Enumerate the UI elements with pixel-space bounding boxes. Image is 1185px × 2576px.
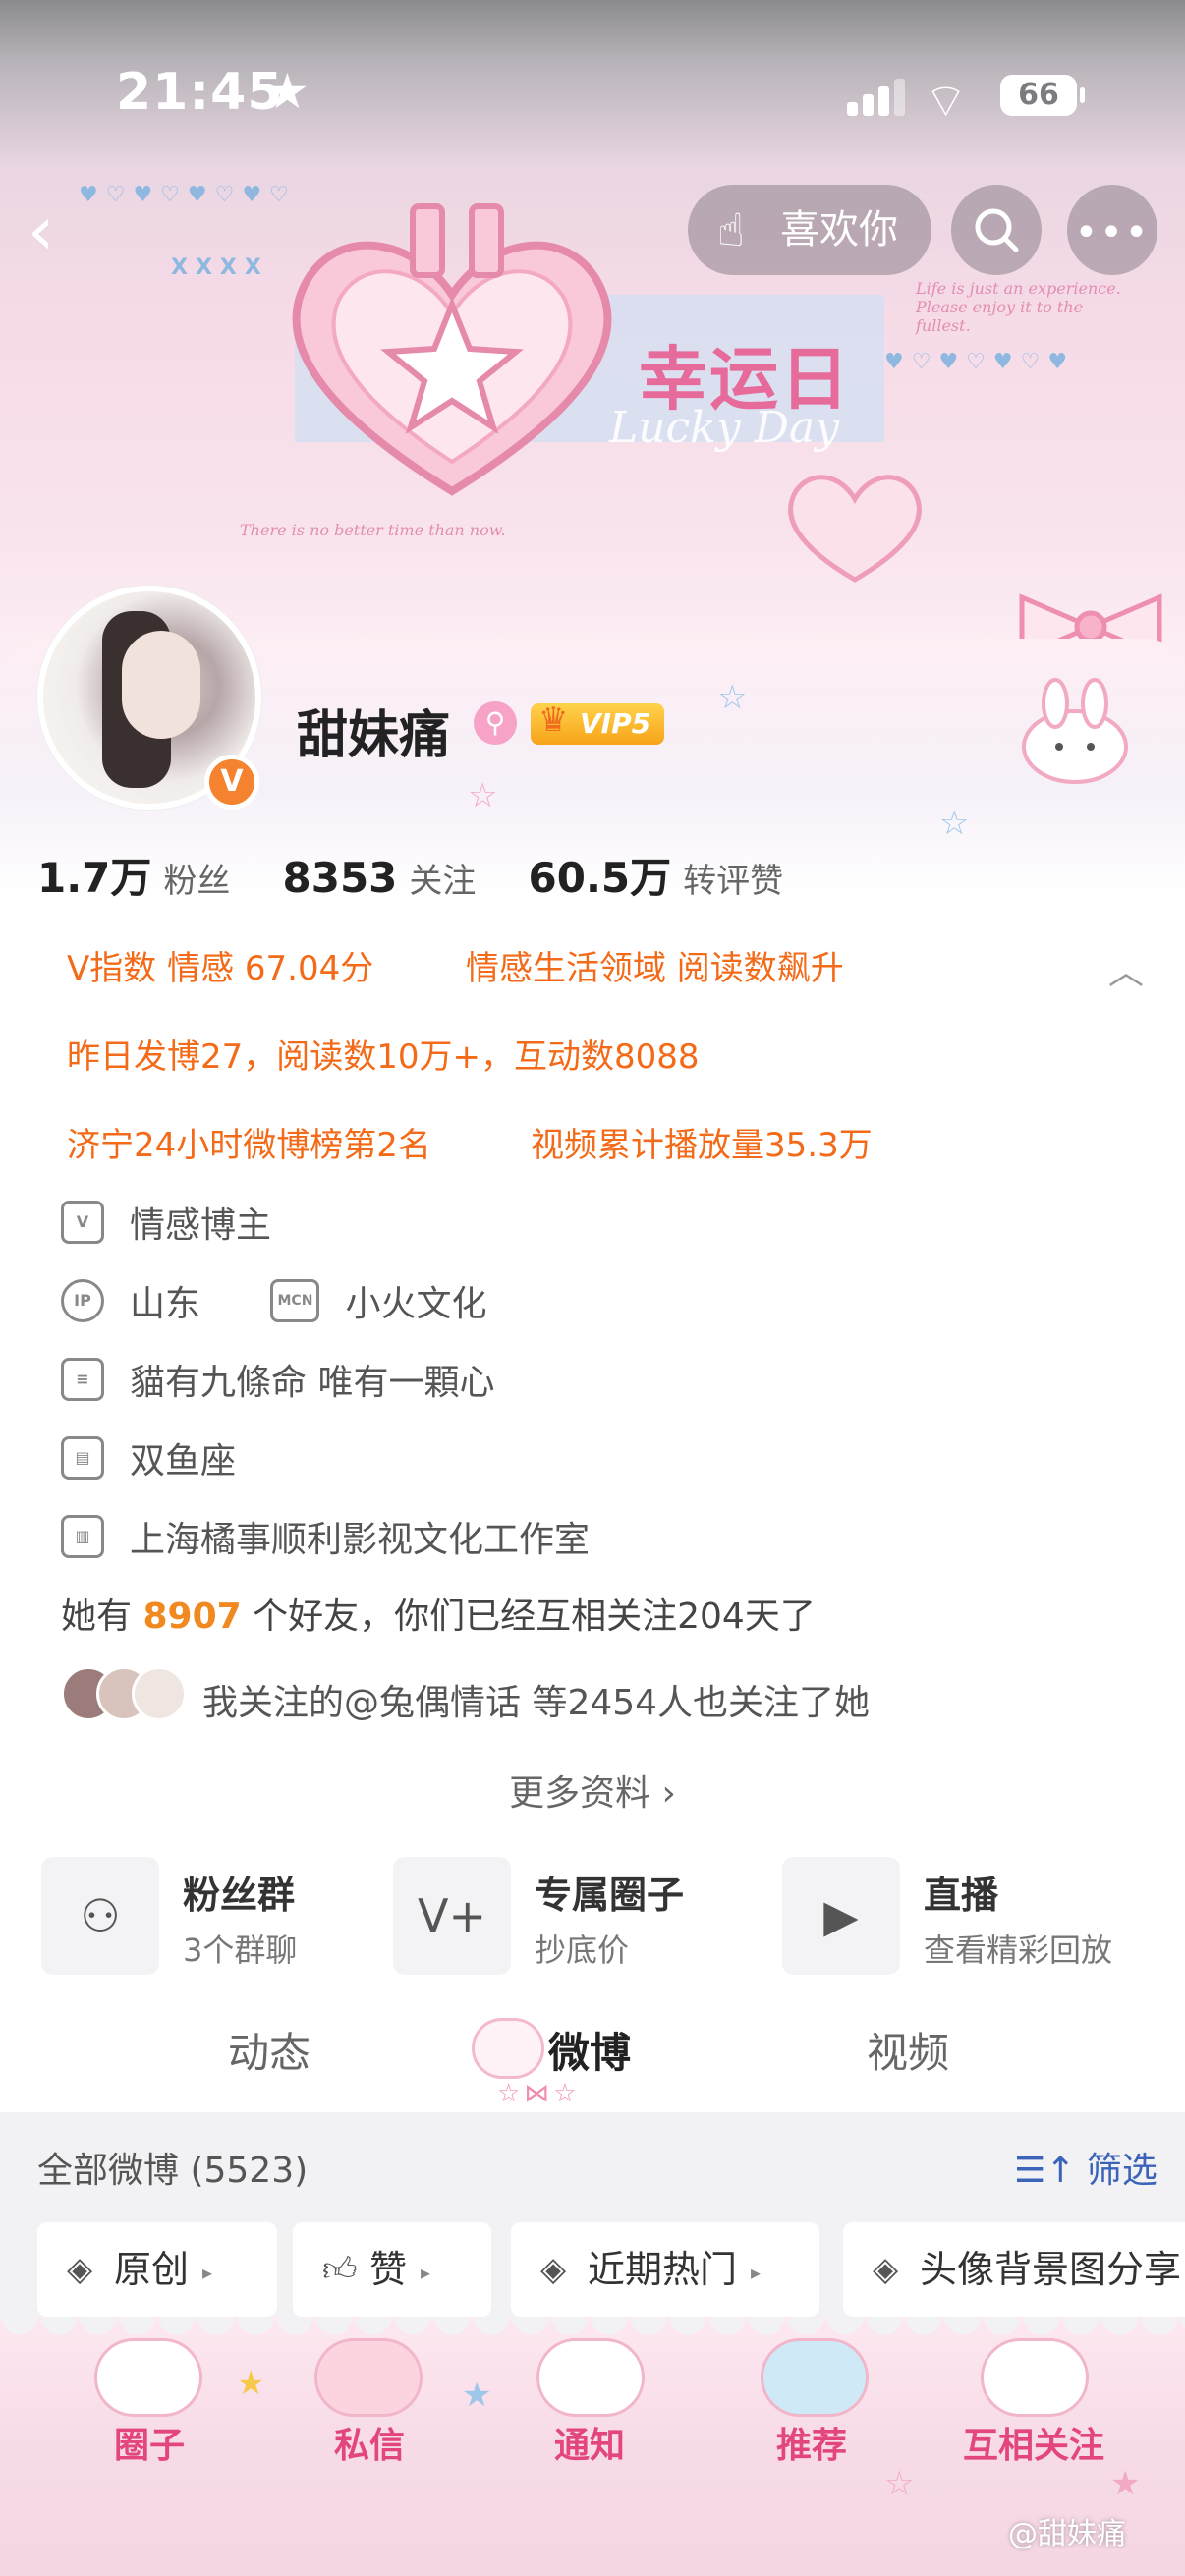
profile-name: 甜妹痛 xyxy=(297,706,451,765)
back-button[interactable]: ‹ xyxy=(28,193,86,271)
circle-icon: V+ xyxy=(393,1857,511,1975)
wifi-icon: ⌔ xyxy=(924,74,969,129)
nav-circle[interactable]: 圈子 xyxy=(51,2417,248,2468)
search-badge-icon[interactable]: ⚲ xyxy=(474,701,517,745)
cherry-icon xyxy=(314,2338,423,2417)
stat-reposts-comments-likes[interactable]: 60.5万 转评赞 xyxy=(529,845,784,905)
vip-badge[interactable]: ♛ VIP5 xyxy=(531,700,665,745)
star-decoration: ☆ xyxy=(717,678,748,717)
domain-text[interactable]: 情感生活领域 阅读数飙升 xyxy=(466,941,844,989)
crown-icon: ♛ xyxy=(538,700,569,740)
nav-notifications[interactable]: 通知 xyxy=(491,2417,688,2468)
tab-weibo[interactable]: 微博 xyxy=(548,2020,631,2080)
filter-button[interactable]: ☰↑ 筛选 xyxy=(1014,2142,1157,2193)
chip-avatar-bg-share[interactable]: ◈ 头像背景图分享 xyxy=(843,2222,1185,2317)
calendar-icon: ▤ xyxy=(61,1436,104,1480)
chip-liked[interactable]: 👍︎ 赞 ▸ xyxy=(293,2222,491,2317)
mutual-follow-text: 我关注的@兔偶情话 等2454人也关注了她 xyxy=(202,1683,871,1723)
status-time: 21:45 xyxy=(116,63,284,122)
caret-right-icon: ▸ xyxy=(421,2260,431,2284)
profile-banner: 21:45 ★ ⌔ 66 幸运日 Lucky Day There is no b… xyxy=(0,0,1185,678)
video-plays-text[interactable]: 视频累计播放量35.3万 xyxy=(531,1118,873,1166)
bunny-sticker xyxy=(1022,678,1128,784)
v-index-text[interactable]: V指数 情感 67.04分 xyxy=(67,941,373,989)
bunny-icon xyxy=(981,2338,1089,2417)
tab-dynamic[interactable]: 动态 xyxy=(228,2020,310,2080)
cupcake-icon xyxy=(761,2338,869,2417)
bow-icon: ☆⋈☆ xyxy=(497,2079,581,2108)
heart-sticker xyxy=(788,475,922,583)
info-zodiac: ▤ 双鱼座 xyxy=(61,1432,236,1491)
nav-messages[interactable]: 私信 xyxy=(271,2417,468,2468)
thumbs-up-icon: 👍︎ xyxy=(322,2250,358,2289)
avatar xyxy=(132,1666,187,1721)
more-info-link[interactable]: 更多资料 › xyxy=(0,1764,1185,1816)
friends-summary: 她有 8907 个好友，你们已经互相关注204天了 xyxy=(61,1596,816,1637)
ip-icon: IP xyxy=(61,1279,104,1322)
caret-right-icon: ▸ xyxy=(202,2260,213,2284)
nav-recommend[interactable]: 推荐 xyxy=(713,2417,910,2468)
search-button[interactable] xyxy=(951,185,1042,275)
caret-right-icon: ▸ xyxy=(751,2260,762,2284)
vip-label: VIP5 xyxy=(580,707,651,740)
like-button[interactable]: ☝ 喜欢你 xyxy=(688,185,931,275)
banner-quote-bottom: There is no better time than now. xyxy=(240,521,506,539)
bunny-icon xyxy=(94,2338,202,2417)
more-button[interactable]: ••• xyxy=(1067,185,1157,275)
heart-row-decoration-right: ♥♡♥♡♥♡♥ xyxy=(884,350,1076,374)
bunny-icon xyxy=(536,2338,645,2417)
tab-video[interactable]: 视频 xyxy=(867,2020,949,2080)
rank-text[interactable]: 济宁24小时微博榜第2名 xyxy=(67,1118,431,1166)
verified-badge: V xyxy=(204,755,259,810)
status-bar: 21:45 ★ ⌔ 66 xyxy=(0,0,1185,187)
shield-icon: V xyxy=(61,1201,104,1244)
layers-icon: ◈ xyxy=(67,2250,93,2289)
bunny-icon xyxy=(472,2018,544,2079)
info-bio: ≡ 貓有九條命 唯有一顆心 xyxy=(61,1354,494,1413)
group-icon: ⚇ xyxy=(41,1857,159,1975)
tv-icon: ▶ xyxy=(782,1857,900,1975)
chip-original[interactable]: ◈ 原创 ▸ xyxy=(37,2222,277,2317)
document-icon: ≡ xyxy=(61,1358,104,1401)
chip-recent-hot[interactable]: ◈ 近期热门 ▸ xyxy=(511,2222,819,2317)
building-icon: ▥ xyxy=(61,1515,104,1558)
star-icon: ★ xyxy=(265,63,310,120)
info-category: V 情感博主 xyxy=(61,1197,271,1256)
banner-mark: XXXX xyxy=(171,255,269,280)
star-decoration: ☆ xyxy=(939,804,970,843)
friends-count: 8907 xyxy=(142,1596,242,1637)
layers-icon: ◈ xyxy=(540,2250,567,2289)
heart-decoration xyxy=(292,203,612,496)
info-location: IP 山东 MCN 小火文化 xyxy=(61,1275,486,1334)
info-company[interactable]: ▥ 上海橘事顺利影视文化工作室 xyxy=(61,1511,590,1570)
star-decoration: ☆ xyxy=(468,776,498,815)
banner-subtitle: Lucky Day xyxy=(609,403,840,453)
like-label: 喜欢你 xyxy=(780,207,898,252)
banner-quote-right: Life is just an experience. Please enjoy… xyxy=(916,279,1121,335)
nav-mutual-follow[interactable]: 互相关注 xyxy=(935,2417,1132,2468)
stat-followers[interactable]: 1.7万 粉丝 xyxy=(37,845,230,905)
more-icon: ••• xyxy=(1074,210,1151,255)
stat-following[interactable]: 8353 关注 xyxy=(283,854,477,902)
profile-stats: 1.7万 粉丝 8353 关注 60.5万 转评赞 xyxy=(37,845,830,904)
hand-heart-icon: ☝ xyxy=(717,203,746,256)
watermark: @甜妹痛 xyxy=(1008,2517,1126,2551)
info-mcn[interactable]: MCN 小火文化 xyxy=(270,1275,486,1326)
filter-icon: ☰↑ xyxy=(1014,2151,1087,2191)
battery-indicator: 66 xyxy=(1000,75,1085,116)
mcn-icon: MCN xyxy=(270,1279,320,1322)
chevron-up-icon[interactable]: ︿ xyxy=(1108,943,1144,994)
heart-row-decoration: ♥♡♥♡♥♡♥♡ xyxy=(79,183,297,207)
search-icon xyxy=(975,208,1019,252)
signal-icon xyxy=(847,77,906,116)
layers-icon: ◈ xyxy=(873,2250,899,2289)
feed-title: 全部微博 (5523) xyxy=(37,2151,309,2191)
yesterday-stats-text[interactable]: 昨日发博27，阅读数10万+，互动数8088 xyxy=(67,1030,700,1078)
